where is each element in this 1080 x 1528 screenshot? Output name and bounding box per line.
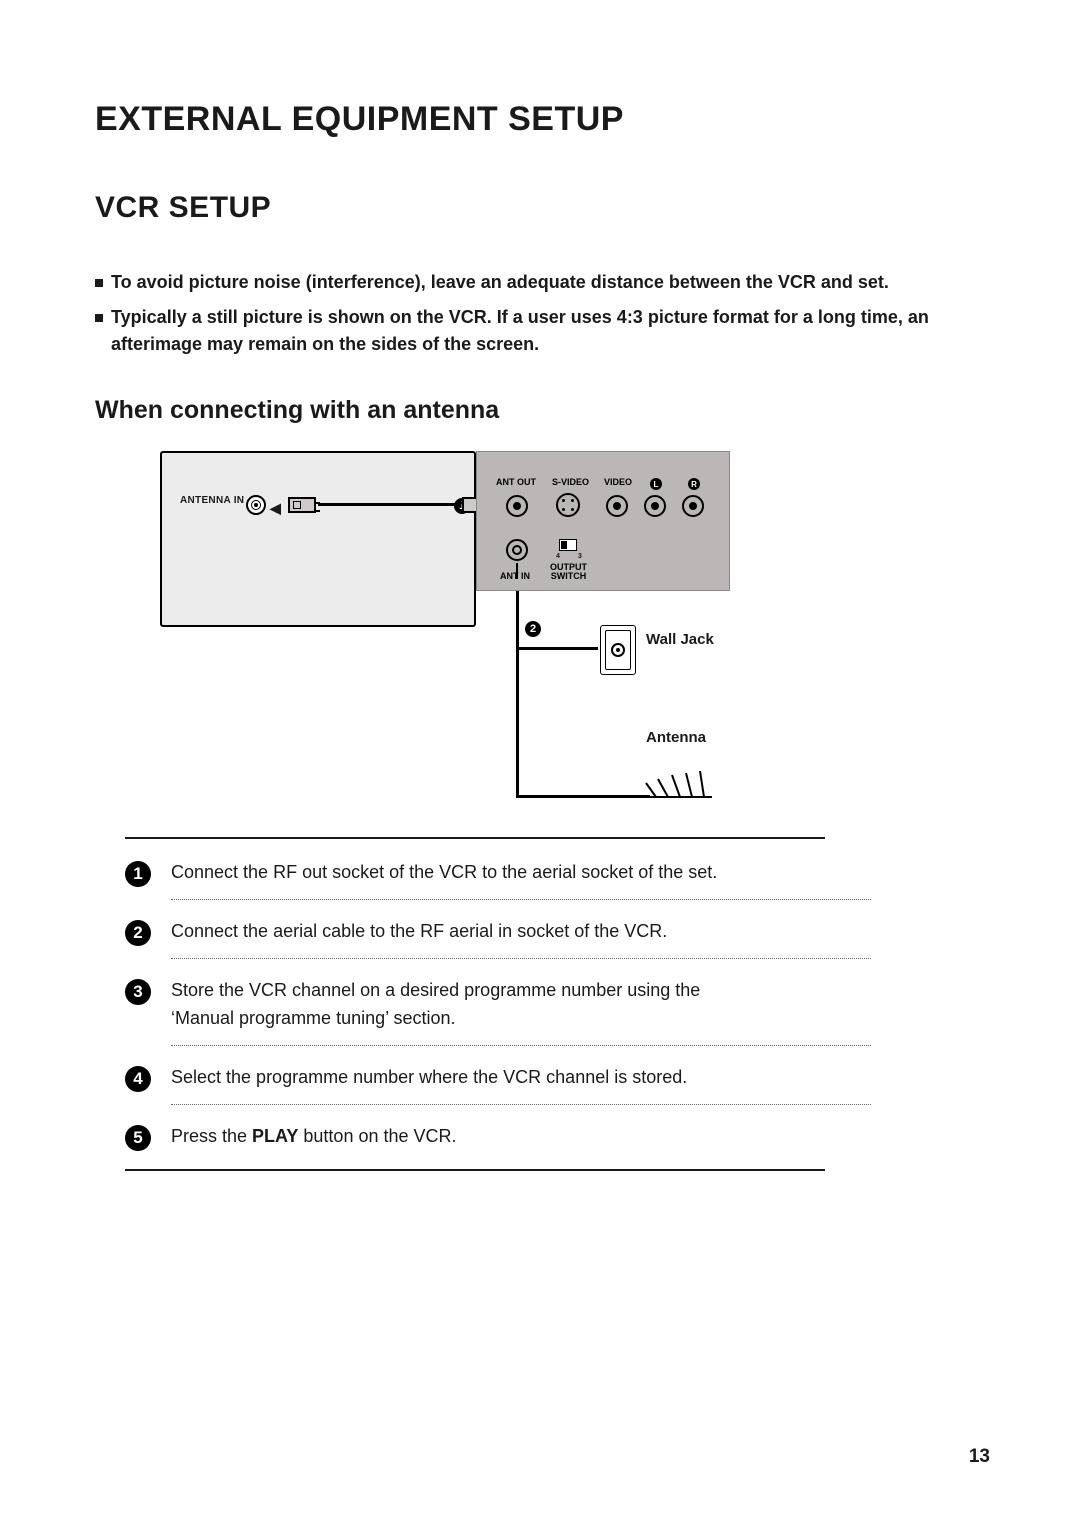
cable-line xyxy=(516,591,519,647)
s-video-port-icon xyxy=(556,493,580,517)
steps-list: 1 Connect the RF out socket of the VCR t… xyxy=(125,859,865,1171)
step-number-badge: 4 xyxy=(125,1066,151,1092)
arrow-left-icon: ◀ xyxy=(270,500,281,517)
divider xyxy=(125,837,825,839)
dotted-divider xyxy=(171,958,871,959)
output-switch-icon xyxy=(559,539,577,551)
vcr-back-panel xyxy=(476,451,730,591)
wall-jack-icon xyxy=(600,625,636,675)
cable-line xyxy=(516,647,598,650)
square-bullet-icon xyxy=(95,279,103,287)
note-item: To avoid picture noise (interference), l… xyxy=(95,269,990,296)
notes-list: To avoid picture noise (interference), l… xyxy=(95,269,990,358)
step-text: Store the VCR channel on a desired progr… xyxy=(171,977,731,1033)
coax-port-icon xyxy=(246,495,266,515)
step-item: 3 Store the VCR channel on a desired pro… xyxy=(125,977,865,1033)
step-item: 1 Connect the RF out socket of the VCR t… xyxy=(125,859,865,887)
s-video-label: S-VIDEO xyxy=(552,477,589,487)
ant-out-port-icon xyxy=(506,495,528,517)
manual-page: EXTERNAL EQUIPMENT SETUP VCR SETUP To av… xyxy=(0,0,1080,1528)
ant-out-label: ANT OUT xyxy=(496,477,536,487)
section-title: VCR SETUP xyxy=(95,191,990,225)
step-number-badge: 1 xyxy=(125,861,151,887)
output-label-bottom: SWITCH xyxy=(551,571,587,581)
step-text-part: button on the VCR. xyxy=(298,1126,456,1146)
switch-4-label: 4 xyxy=(556,553,560,560)
cable-plug-icon xyxy=(288,497,316,513)
tv-back-panel xyxy=(160,451,476,627)
step-text-part: Press the xyxy=(171,1126,252,1146)
video-label: VIDEO xyxy=(604,477,632,487)
wall-jack-label: Wall Jack xyxy=(646,631,714,648)
audio-r-icon: R xyxy=(688,478,700,490)
step-text: Connect the RF out socket of the VCR to … xyxy=(171,859,717,887)
cable-line xyxy=(516,647,519,795)
note-text: To avoid picture noise (interference), l… xyxy=(111,269,889,296)
audio-r-port-icon xyxy=(682,495,704,517)
step-text: Press the PLAY button on the VCR. xyxy=(171,1123,457,1151)
antenna-label: Antenna xyxy=(646,729,706,746)
dotted-divider xyxy=(171,899,871,900)
subsection-title: When connecting with an antenna xyxy=(95,396,990,425)
cable-line xyxy=(516,795,650,798)
dotted-divider xyxy=(171,1104,871,1105)
divider xyxy=(125,1169,825,1171)
audio-l-port-icon xyxy=(644,495,666,517)
step-text: Connect the aerial cable to the RF aeria… xyxy=(171,918,667,946)
ant-in-label: ANT IN xyxy=(500,571,530,581)
square-bullet-icon xyxy=(95,314,103,322)
step-text: Select the programme number where the VC… xyxy=(171,1064,687,1092)
step-item: 2 Connect the aerial cable to the RF aer… xyxy=(125,918,865,946)
audio-l-icon: L xyxy=(650,478,662,490)
step-item: 5 Press the PLAY button on the VCR. xyxy=(125,1123,865,1151)
step-item: 4 Select the programme number where the … xyxy=(125,1064,865,1092)
video-port-icon xyxy=(606,495,628,517)
step-number-badge: 5 xyxy=(125,1125,151,1151)
dotted-divider xyxy=(171,1045,871,1046)
page-title: EXTERNAL EQUIPMENT SETUP xyxy=(95,100,990,139)
page-number: 13 xyxy=(969,1446,990,1468)
connection-diagram: ANTENNA IN ◀ 1 ANT OUT S-VIDEO VIDEO L R… xyxy=(160,451,800,809)
antenna-in-label: ANTENNA IN xyxy=(180,495,244,506)
cable-line xyxy=(318,503,458,506)
play-button-label: PLAY xyxy=(252,1126,298,1146)
antenna-icon xyxy=(644,753,724,803)
ant-in-port-icon xyxy=(506,539,528,561)
switch-3-label: 3 xyxy=(578,553,582,560)
note-item: Typically a still picture is shown on th… xyxy=(95,304,990,358)
output-switch-label: OUTPUT SWITCH xyxy=(550,563,587,581)
step-number-badge: 3 xyxy=(125,979,151,1005)
diagram-step-badge-2: 2 xyxy=(525,621,541,637)
note-text: Typically a still picture is shown on th… xyxy=(111,304,990,358)
step-number-badge: 2 xyxy=(125,920,151,946)
